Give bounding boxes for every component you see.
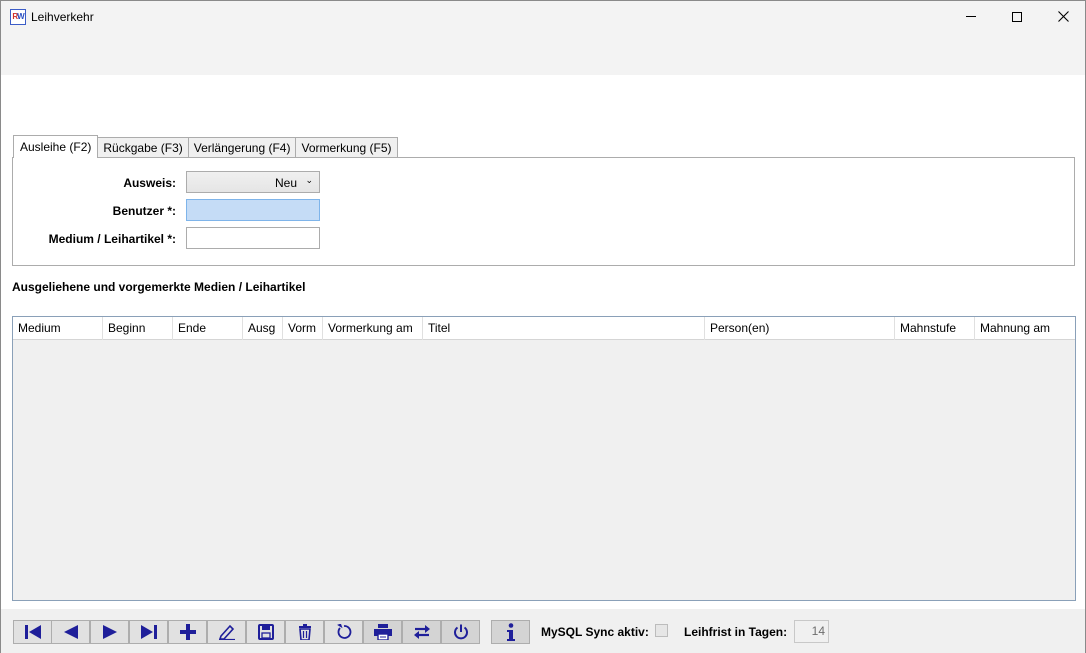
medium-input[interactable] <box>186 227 320 249</box>
next-icon <box>102 625 117 639</box>
tab-rueckgabe[interactable]: Rückgabe (F3) <box>97 137 189 158</box>
column-header-mahnstufe[interactable]: Mahnstufe <box>895 317 975 340</box>
last-record-button[interactable] <box>129 620 168 644</box>
mysql-sync-label: MySQL Sync aktiv: <box>541 625 649 639</box>
benutzer-label: Benutzer *: <box>112 204 176 218</box>
maximize-button[interactable] <box>994 1 1040 32</box>
ausweis-label: Ausweis: <box>123 176 176 190</box>
medium-label: Medium / Leihartikel *: <box>48 232 176 246</box>
column-header-personen[interactable]: Person(en) <box>705 317 895 340</box>
delete-icon <box>298 624 311 640</box>
save-icon <box>257 624 274 640</box>
power-icon <box>453 624 468 640</box>
tab-verlaengerung[interactable]: Verlängerung (F4) <box>187 137 297 158</box>
close-button[interactable] <box>1040 1 1086 32</box>
minimize-icon <box>966 16 976 17</box>
section-title: Ausgeliehene und vorgemerkte Medien / Le… <box>12 280 306 294</box>
app-icon: RW <box>10 9 26 25</box>
add-button[interactable] <box>168 620 207 644</box>
tab-ausleihe[interactable]: Ausleihe (F2) <box>13 135 99 158</box>
save-button[interactable] <box>246 620 285 644</box>
loans-grid[interactable]: Medium Beginn Ende Ausg Vorm Vormerkung … <box>12 316 1076 601</box>
ausweis-select[interactable]: Neu ⌄ <box>186 171 320 193</box>
window: RW Leihverkehr Ausleihe (F2) Rückgabe (F… <box>0 0 1086 653</box>
tab-panel-ausleihe: Ausweis: Neu ⌄ Benutzer *: Medium / Leih… <box>12 157 1075 266</box>
refresh-icon <box>336 624 351 639</box>
first-record-button[interactable] <box>13 620 52 644</box>
leihfrist-label: Leihfrist in Tagen: <box>684 625 788 639</box>
column-header-mahnung-am[interactable]: Mahnung am <box>975 317 1075 340</box>
column-header-beginn[interactable]: Beginn <box>103 317 173 340</box>
previous-record-button[interactable] <box>51 620 90 644</box>
window-title: Leihverkehr <box>31 10 94 24</box>
refresh-button[interactable] <box>324 620 363 644</box>
maximize-icon <box>1012 11 1022 22</box>
print-button[interactable] <box>363 620 402 644</box>
column-header-medium[interactable]: Medium <box>13 317 103 340</box>
tab-vormerkung[interactable]: Vormerkung (F5) <box>295 137 398 158</box>
ausweis-selected-value: Neu <box>274 176 297 190</box>
minimize-button[interactable] <box>948 1 994 32</box>
info-button[interactable] <box>491 620 530 644</box>
column-header-vorm[interactable]: Vorm <box>283 317 323 340</box>
close-icon <box>1057 11 1069 22</box>
edit-button[interactable] <box>207 620 246 644</box>
info-icon <box>506 623 515 641</box>
chevron-down-icon: ⌄ <box>305 175 313 185</box>
app-icon-letter: W <box>17 12 25 21</box>
tab-bar: Ausleihe (F2) Rückgabe (F3) Verlängerung… <box>13 135 398 158</box>
mysql-sync-checkbox[interactable] <box>655 624 668 637</box>
print-icon <box>373 624 392 640</box>
power-button[interactable] <box>441 620 480 644</box>
column-header-vormerkung-am[interactable]: Vormerkung am <box>323 317 423 340</box>
title-bar: RW Leihverkehr <box>1 1 1085 75</box>
leihfrist-input[interactable]: 14 <box>794 620 829 643</box>
column-header-titel[interactable]: Titel <box>423 317 705 340</box>
column-header-ende[interactable]: Ende <box>173 317 243 340</box>
edit-icon <box>218 624 235 640</box>
swap-button[interactable] <box>402 620 441 644</box>
column-header-ausg[interactable]: Ausg <box>243 317 283 340</box>
grid-header: Medium Beginn Ende Ausg Vorm Vormerkung … <box>13 317 1075 340</box>
last-icon <box>140 625 157 639</box>
first-icon <box>24 625 41 639</box>
swap-icon <box>413 625 430 639</box>
benutzer-input[interactable] <box>186 199 320 221</box>
previous-icon <box>63 625 78 639</box>
delete-button[interactable] <box>285 620 324 644</box>
add-icon <box>179 624 196 640</box>
next-record-button[interactable] <box>90 620 129 644</box>
